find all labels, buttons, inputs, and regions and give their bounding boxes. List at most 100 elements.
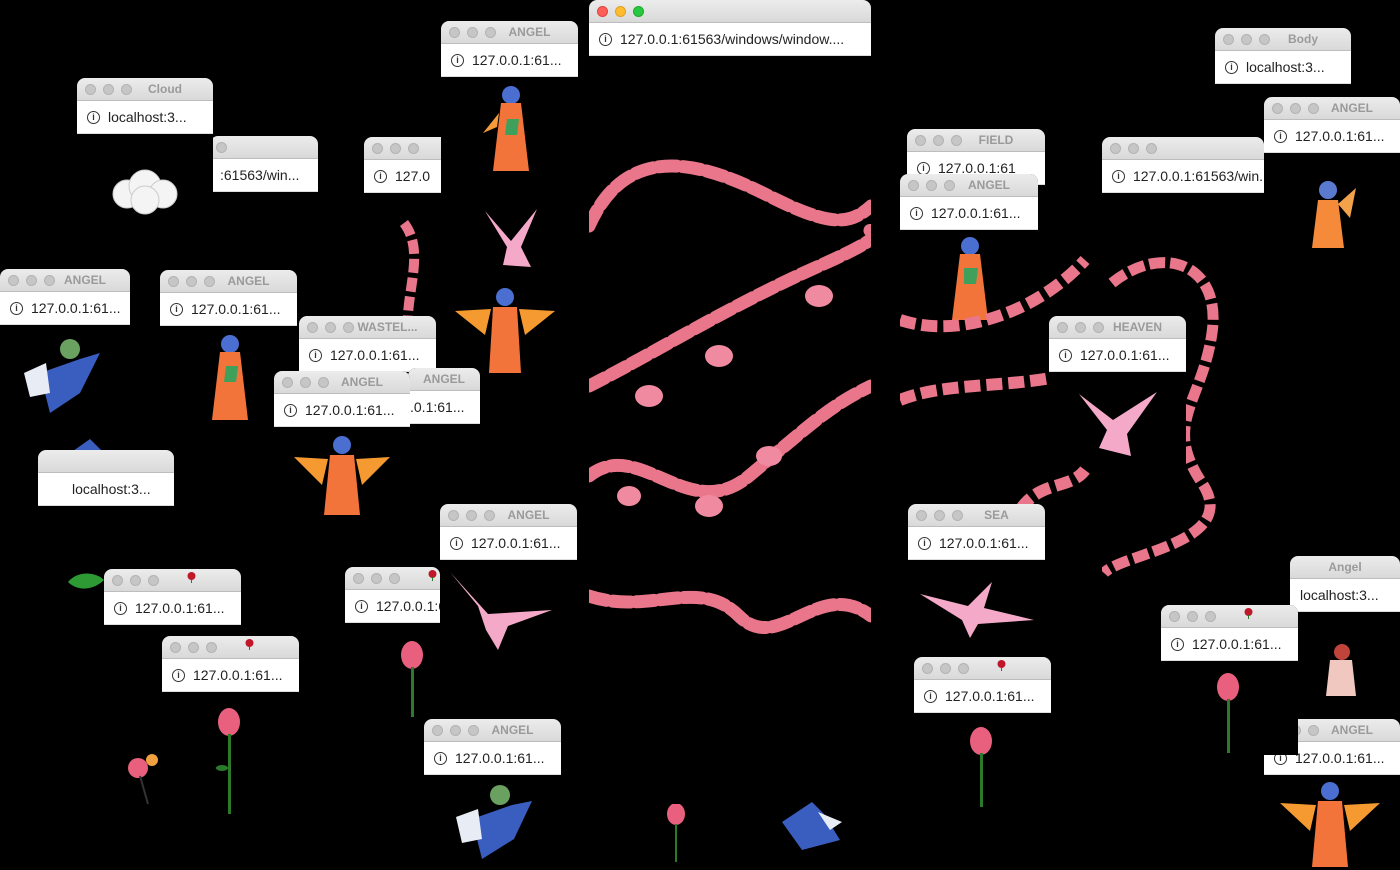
info-icon[interactable]: i	[10, 301, 23, 315]
close-icon[interactable]	[597, 6, 608, 17]
window-cloud[interactable]: Cloud i localhost:3...	[77, 78, 213, 228]
info-icon[interactable]: i	[1171, 637, 1184, 651]
title-bar[interactable]: Cloud	[77, 78, 213, 101]
title-bar[interactable]	[345, 567, 440, 590]
window-body[interactable]: Body i localhost:3...	[1215, 28, 1351, 86]
address-bar[interactable]: i 127.0.0.1:61...	[0, 292, 130, 325]
info-icon[interactable]: i	[599, 32, 612, 46]
info-icon[interactable]: i	[1112, 169, 1125, 183]
address-bar[interactable]: i 127.0.0.1:61563/windows/window....	[589, 23, 871, 56]
title-bar[interactable]: ANGEL	[441, 21, 578, 44]
title-bar[interactable]	[1161, 605, 1298, 628]
address-bar[interactable]: i 127.0.0.1:61...	[440, 527, 577, 560]
info-icon[interactable]: i	[309, 348, 322, 362]
url-text: 127.0.0.1:61...	[939, 535, 1029, 551]
title-bar[interactable]: FIELD	[907, 129, 1045, 152]
title-bar[interactable]	[589, 0, 871, 23]
rose-icon	[428, 570, 437, 581]
window-angel-partial[interactable]: ANGEL .0.1:61...	[408, 368, 480, 518]
window-rose-4[interactable]: i 127.0.0.1:61...	[1161, 605, 1298, 755]
url-text: :61563/win...	[220, 167, 300, 183]
rose-figure	[128, 754, 158, 805]
address-bar[interactable]: i 127.0.0.1:61563/win...	[1102, 160, 1264, 193]
address-bar[interactable]: i 127.0.0.1:61...	[908, 527, 1045, 560]
info-icon[interactable]: i	[917, 161, 930, 175]
url-text: 127.0.0.1:61...	[1192, 636, 1282, 652]
address-bar[interactable]: i 127.0.0.1:61...	[1264, 120, 1400, 153]
title-bar[interactable]: WASTEL...	[299, 316, 436, 339]
window-angel-right-small[interactable]: Angel localhost:3...	[1290, 556, 1400, 706]
title-bar[interactable]	[104, 569, 241, 592]
window-rose-2[interactable]: i 127.0.0.1:61...	[162, 636, 299, 816]
info-icon[interactable]: i	[918, 536, 931, 550]
window-heaven[interactable]: HEAVEN i 127.0.0.1:61...	[1049, 316, 1186, 466]
address-bar[interactable]: i 127.0.0.1:61...	[345, 590, 440, 623]
main-window[interactable]: i 127.0.0.1:61563/windows/window....	[589, 0, 871, 800]
rose-figure	[970, 727, 992, 807]
angel-figure	[1280, 782, 1380, 867]
window-angel-bottom-center[interactable]: ANGEL i 127.0.0.1:61...	[424, 719, 561, 870]
title-bar[interactable]: ANGEL	[0, 269, 130, 292]
info-icon[interactable]: i	[172, 668, 185, 682]
window-sea[interactable]: SEA i 127.0.0.1:61...	[908, 504, 1045, 654]
address-bar[interactable]: :61563/win...	[210, 159, 318, 192]
title-bar[interactable]: ANGEL	[274, 371, 410, 394]
address-bar[interactable]: i 127.0.0.1:61...	[274, 394, 410, 427]
zoom-icon[interactable]	[633, 6, 644, 17]
title-bar[interactable]	[38, 450, 174, 473]
address-bar[interactable]: i localhost:3...	[1215, 51, 1351, 84]
title-bar[interactable]	[210, 136, 318, 159]
title-bar[interactable]: ANGEL	[1264, 97, 1400, 120]
info-icon[interactable]: i	[1225, 60, 1238, 74]
address-bar[interactable]: i 127.0.0.1:61...	[441, 44, 578, 77]
address-bar[interactable]: i 127.0.0.1:61...	[900, 197, 1038, 230]
title-bar[interactable]	[1102, 137, 1264, 160]
window-angel-top-right[interactable]: ANGEL i 127.0.0.1:61...	[1264, 97, 1400, 267]
title-bar[interactable]	[914, 657, 1051, 680]
window-rose-3[interactable]: i 127.0.0.1:61...	[345, 567, 440, 717]
info-icon[interactable]: i	[87, 110, 100, 124]
info-icon[interactable]: i	[450, 536, 463, 550]
address-bar[interactable]: i localhost:3...	[77, 101, 213, 134]
address-bar[interactable]: i 127.0.0.1:61...	[424, 742, 561, 775]
address-bar[interactable]: i 127.0.0.1:61...	[1049, 339, 1186, 372]
window-title: SEA	[984, 508, 1009, 522]
title-bar[interactable]: ANGEL	[424, 719, 561, 742]
address-bar[interactable]: i 127.0.0.1:61...	[162, 659, 299, 692]
info-icon[interactable]: i	[170, 302, 183, 316]
title-bar[interactable]: ANGEL	[160, 270, 297, 293]
address-bar[interactable]: .0.1:61...	[408, 391, 480, 424]
address-bar[interactable]: i 127.0.0.1:61...	[104, 592, 241, 625]
address-bar[interactable]: localhost:3...	[1290, 579, 1400, 612]
window-partial-4[interactable]: localhost:3...	[38, 450, 174, 506]
title-bar[interactable]	[162, 636, 299, 659]
minimize-icon[interactable]	[615, 6, 626, 17]
info-icon[interactable]: i	[434, 751, 447, 765]
info-icon[interactable]: i	[374, 169, 387, 183]
info-icon[interactable]: i	[1274, 129, 1287, 143]
info-icon[interactable]: i	[1059, 348, 1072, 362]
rose-figure	[667, 804, 685, 862]
window-rose-1[interactable]: i 127.0.0.1:61...	[104, 569, 241, 631]
address-bar[interactable]: i 127.0.0.1:61...	[1161, 628, 1298, 661]
window-angel-center-low[interactable]: ANGEL i 127.0.0.1:61...	[440, 504, 577, 654]
title-bar[interactable]: Body	[1215, 28, 1351, 51]
address-bar[interactable]: i 127.0.0.1:61...	[914, 680, 1051, 713]
address-bar[interactable]: i 127.0.0.1:61...	[160, 293, 297, 326]
info-icon[interactable]: i	[924, 689, 937, 703]
title-bar[interactable]: ANGEL	[440, 504, 577, 527]
title-bar[interactable]: Angel	[1290, 556, 1400, 579]
address-bar[interactable]: localhost:3...	[38, 473, 174, 506]
info-icon[interactable]: i	[355, 599, 368, 613]
info-icon[interactable]: i	[451, 53, 464, 67]
info-icon[interactable]: i	[910, 206, 923, 220]
title-bar[interactable]: HEAVEN	[1049, 316, 1186, 339]
title-bar[interactable]: ANGEL	[900, 174, 1038, 197]
window-angel-left-3[interactable]: ANGEL i 127.0.0.1:61...	[274, 371, 410, 521]
window-angel-top-center[interactable]: ANGEL i 127.0.0.1:61...	[441, 21, 578, 283]
title-bar[interactable]: SEA	[908, 504, 1045, 527]
window-rose-5[interactable]: i 127.0.0.1:61...	[914, 657, 1051, 807]
info-icon[interactable]: i	[284, 403, 297, 417]
angel-figure	[782, 802, 842, 850]
info-icon[interactable]: i	[114, 601, 127, 615]
